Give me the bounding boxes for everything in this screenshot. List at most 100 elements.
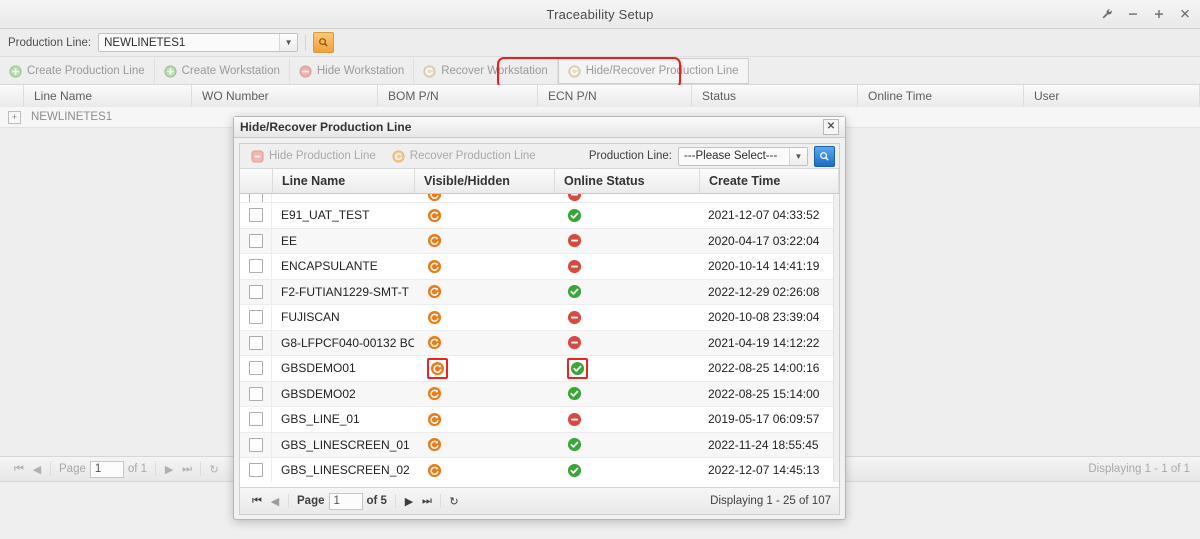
chevron-down-icon[interactable]: ▼ xyxy=(789,147,807,165)
row-checkbox[interactable] xyxy=(248,463,263,478)
refresh-icon[interactable]: ↻ xyxy=(205,460,223,478)
refresh-icon[interactable]: ↻ xyxy=(445,492,463,510)
table-row[interactable]: ENCAPSULANTE 2020-10-14 14:41:19 xyxy=(240,254,839,280)
row-checkbox-cell xyxy=(240,254,272,279)
dialog-column-create-time[interactable]: Create Time xyxy=(700,169,839,193)
table-row[interactable]: GBSDEMO01 2022-08-25 14:00:16 xyxy=(240,356,839,382)
prev-page-icon[interactable]: ◀ xyxy=(28,460,46,478)
cell-visible-hidden xyxy=(414,463,554,478)
plus-circle-green-icon xyxy=(9,64,22,78)
main-column-online-time[interactable]: Online Time xyxy=(858,85,1024,107)
plus-circle-green-icon xyxy=(164,64,177,78)
hidden-orange-icon[interactable] xyxy=(427,437,554,452)
dialog-close-icon[interactable]: ✕ xyxy=(823,119,839,135)
row-checkbox[interactable] xyxy=(248,259,263,274)
page-total-label: of 1 xyxy=(127,463,148,475)
table-row[interactable]: FUJISCAN 2020-10-08 23:39:04 xyxy=(240,305,839,331)
table-row[interactable]: GBS_LINESCREEN_01 2022-11-24 18:55:45 xyxy=(240,432,839,458)
dialog-column-visible-hidden[interactable]: Visible/Hidden xyxy=(415,169,555,193)
chevron-down-icon[interactable]: ▼ xyxy=(279,34,298,51)
hidden-orange-icon[interactable] xyxy=(427,335,554,350)
table-row[interactable]: GBS_LINESCREEN_02 2022-12-07 14:45:13 xyxy=(240,458,839,482)
hidden-orange-icon[interactable] xyxy=(427,208,554,223)
dialog-column-line-name[interactable]: Line Name xyxy=(273,169,415,193)
row-checkbox[interactable] xyxy=(248,310,263,325)
create-production-line-button[interactable]: Create Production Line xyxy=(0,58,155,84)
hidden-orange-icon[interactable] xyxy=(427,259,554,274)
toolbar-button-label: Create Workstation xyxy=(181,65,280,77)
recover-production-line-button[interactable]: Recover Production Line xyxy=(385,144,543,168)
row-checkbox[interactable] xyxy=(248,437,263,452)
dialog-column-online-status[interactable]: Online Status xyxy=(555,169,700,193)
table-row-partial[interactable] xyxy=(240,194,839,203)
last-page-icon[interactable]: ⏭ xyxy=(178,460,196,478)
main-column-ecn-pn[interactable]: ECN P/N xyxy=(538,85,692,107)
main-column-status[interactable]: Status xyxy=(692,85,858,107)
prev-page-icon[interactable]: ◀ xyxy=(266,492,284,510)
table-row[interactable]: E91_UAT_TEST 2021-12-07 04:33:52 xyxy=(240,203,839,229)
first-page-icon[interactable]: ⏮ xyxy=(248,492,266,510)
main-column-bom-pn[interactable]: BOM P/N xyxy=(378,85,538,107)
offline-red-icon[interactable] xyxy=(567,335,699,350)
cell-visible-hidden xyxy=(414,335,554,350)
hidden-orange-icon[interactable] xyxy=(427,233,554,248)
main-column-user[interactable]: User xyxy=(1024,85,1200,107)
table-row[interactable]: GBS_LINE_01 2019-05-17 06:09:57 xyxy=(240,407,839,433)
online-green-icon[interactable] xyxy=(567,463,699,478)
row-checkbox[interactable] xyxy=(248,194,263,202)
hidden-orange-icon[interactable] xyxy=(427,284,554,299)
hidden-orange-icon[interactable] xyxy=(427,310,554,325)
dialog-production-line-select[interactable]: ---Please Select--- ▼ xyxy=(678,146,808,166)
table-row[interactable]: GBSDEMO02 2022-08-25 15:14:00 xyxy=(240,381,839,407)
dialog-page-input[interactable]: 1 xyxy=(328,492,363,510)
main-column-wo-number[interactable]: WO Number xyxy=(192,85,378,107)
main-column-line-name[interactable]: Line Name xyxy=(24,85,192,107)
row-expander-icon[interactable]: + xyxy=(8,110,21,124)
hidden-orange-icon[interactable] xyxy=(427,463,554,478)
offline-red-icon[interactable] xyxy=(567,233,699,248)
cell-visible-hidden xyxy=(414,259,554,274)
minimize-icon[interactable] xyxy=(1126,7,1140,21)
close-icon[interactable] xyxy=(1178,7,1192,21)
offline-red-icon[interactable] xyxy=(567,412,699,427)
hide-recover-production-line-button[interactable]: Hide/Recover Production Line xyxy=(557,58,749,84)
offline-red-icon[interactable] xyxy=(567,259,699,274)
row-checkbox[interactable] xyxy=(248,412,263,427)
online-green-icon[interactable] xyxy=(567,437,699,452)
dialog-scrollbar[interactable] xyxy=(833,194,839,482)
hidden-orange-icon[interactable] xyxy=(427,412,554,427)
row-checkbox[interactable] xyxy=(248,361,263,376)
row-checkbox[interactable] xyxy=(248,335,263,350)
row-checkbox[interactable] xyxy=(248,284,263,299)
online-green-icon[interactable] xyxy=(567,386,699,401)
search-button[interactable] xyxy=(313,32,335,53)
dialog-production-line-label: Production Line: xyxy=(588,150,672,162)
hidden-orange-icon[interactable] xyxy=(430,361,445,376)
divider xyxy=(288,494,289,508)
row-checkbox[interactable] xyxy=(248,386,263,401)
table-row[interactable]: F2-FUTIAN1229-SMT-T 2022-12-29 02:26:08 xyxy=(240,279,839,305)
table-row[interactable]: EE 2020-04-17 03:22:04 xyxy=(240,228,839,254)
production-line-select[interactable]: NEWLINETES1 ▼ xyxy=(98,33,299,52)
recover-workstation-button[interactable]: Recover Workstation xyxy=(414,58,558,84)
wrench-icon[interactable] xyxy=(1100,7,1114,21)
online-green-icon[interactable] xyxy=(567,284,699,299)
create-workstation-button[interactable]: Create Workstation xyxy=(155,58,290,84)
offline-red-icon[interactable] xyxy=(567,310,699,325)
next-page-icon[interactable]: ▶ xyxy=(160,460,178,478)
table-row[interactable]: G8-LFPCF040-00132 BOT 2021-04-19 14:12:22 xyxy=(240,330,839,356)
hide-workstation-button[interactable]: Hide Workstation xyxy=(290,58,415,84)
hidden-orange-icon[interactable] xyxy=(427,386,554,401)
next-page-icon[interactable]: ▶ xyxy=(400,492,418,510)
dialog-search-button[interactable] xyxy=(814,145,835,167)
first-page-icon[interactable]: ⏮ xyxy=(10,460,28,478)
page-input[interactable]: 1 xyxy=(89,460,124,478)
last-page-icon[interactable]: ⏭ xyxy=(418,492,436,510)
online-green-icon[interactable] xyxy=(570,361,585,376)
row-checkbox[interactable] xyxy=(248,208,263,223)
row-checkbox[interactable] xyxy=(248,233,263,248)
toolbar-button-label: Hide/Recover Production Line xyxy=(585,65,739,77)
maximize-icon[interactable] xyxy=(1152,7,1166,21)
online-green-icon[interactable] xyxy=(567,208,699,223)
hide-production-line-button[interactable]: Hide Production Line xyxy=(244,144,383,168)
